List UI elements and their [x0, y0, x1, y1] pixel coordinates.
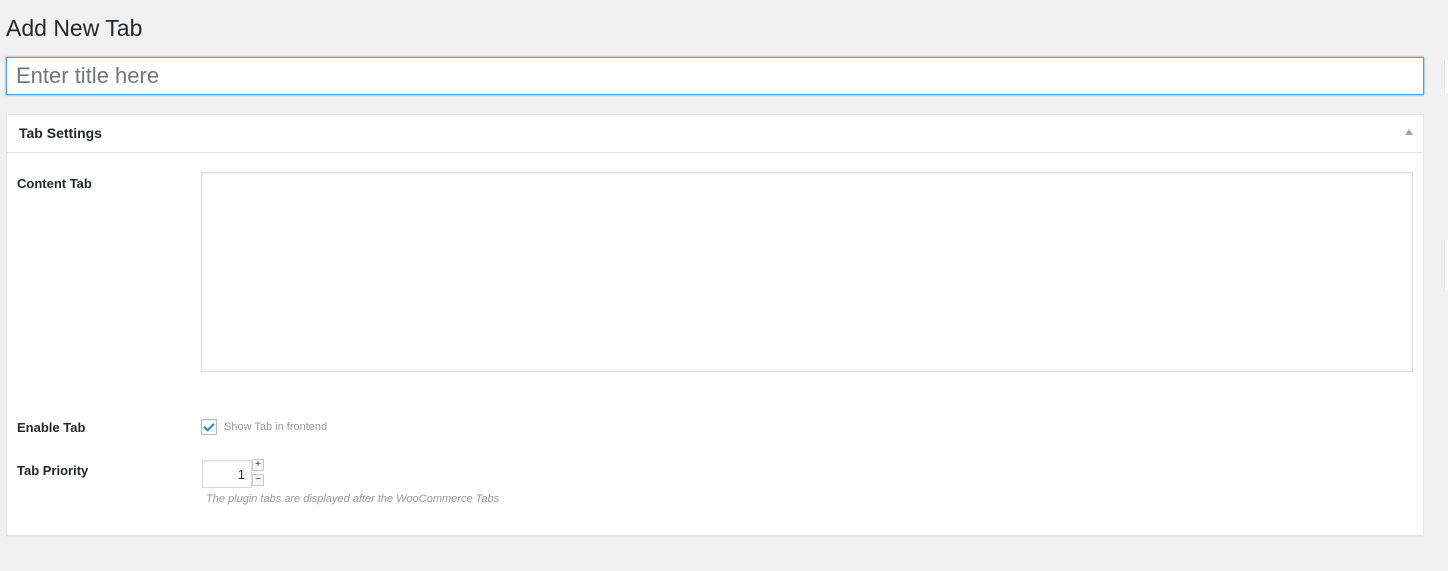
page-title: Add New Tab [6, 15, 143, 41]
tab-settings-header[interactable]: Tab Settings [7, 115, 1423, 153]
enable-tab-label: Enable Tab [17, 420, 86, 435]
show-tab-checkbox[interactable] [201, 419, 217, 435]
triangle-up-icon[interactable] [1405, 129, 1413, 135]
decrement-button[interactable]: − [252, 474, 264, 486]
tab-priority-label: Tab Priority [17, 463, 89, 478]
side-panel-edge [1444, 240, 1448, 290]
tab-priority-input[interactable] [202, 460, 252, 488]
side-panel-edge [1444, 60, 1448, 93]
tab-priority-description: The plugin tabs are displayed after the … [206, 493, 500, 505]
content-tab-label: Content Tab [17, 176, 92, 191]
tab-settings-title: Tab Settings [19, 125, 102, 141]
title-input[interactable] [6, 57, 1424, 95]
checkmark-icon [203, 420, 215, 432]
tab-settings-box: Tab Settings Content Tab Enable Tab Show… [6, 114, 1424, 536]
content-tab-textarea[interactable] [201, 172, 1413, 372]
increment-button[interactable]: + [252, 459, 264, 471]
show-tab-checkbox-label[interactable]: Show Tab in frontend [224, 421, 327, 433]
